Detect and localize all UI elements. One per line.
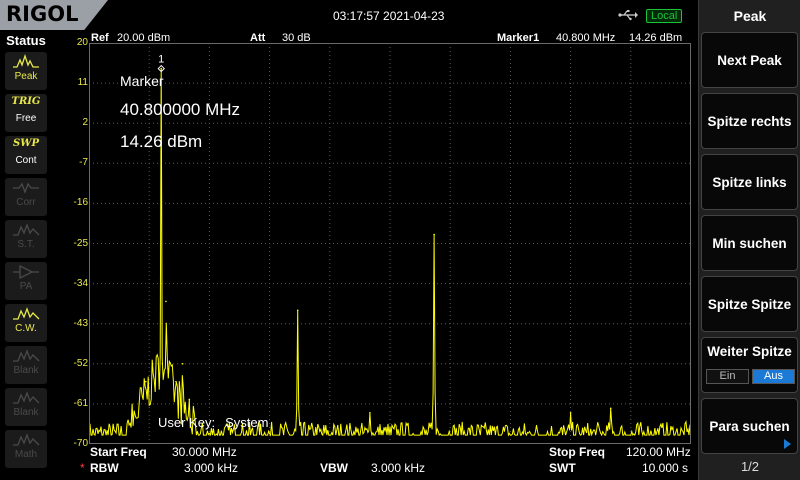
trig-icon: TRIG: [11, 96, 41, 107]
y-tick-label: -34: [73, 277, 88, 289]
peak-right-button[interactable]: Spitze rechts: [701, 93, 798, 149]
y-tick-label: 2: [82, 117, 88, 129]
y-tick-label: -43: [73, 317, 88, 329]
st-icon: [13, 223, 40, 236]
swt-value: 10.000 s: [642, 461, 689, 475]
start-freq-label: Start Freq: [90, 445, 147, 459]
status-pa-label: PA: [19, 281, 33, 292]
peak-icon: [13, 54, 39, 68]
sweep-icon: SWP: [13, 138, 39, 149]
status-sweep[interactable]: SWP Cont: [5, 136, 47, 174]
status-math[interactable]: Math: [5, 430, 47, 468]
status-pa[interactable]: PA: [5, 262, 47, 300]
y-tick-label: -16: [73, 197, 88, 209]
top-bar: RIGOL 03:17:57 2021-04-23 Local: [0, 0, 698, 30]
blank-icon: [13, 391, 40, 404]
math-icon: [13, 433, 40, 446]
status-corr[interactable]: Corr: [5, 178, 47, 216]
user-key-label: User Key:: [158, 415, 216, 430]
usb-icon: [618, 10, 638, 21]
search-params-label: Para suchen: [709, 418, 790, 434]
status-st[interactable]: S.T.: [5, 220, 47, 258]
cw-icon: [13, 307, 40, 320]
y-tick-label: -25: [73, 237, 88, 249]
y-tick-label: -7: [79, 157, 88, 169]
status-blank-label: Blank: [13, 365, 39, 376]
toggle-option-off[interactable]: Aus: [752, 369, 795, 384]
vbw-value: 3.000 kHz: [371, 461, 426, 475]
stop-freq-value: 120.00 MHz: [626, 445, 691, 459]
status-cw-label: C.W.: [15, 323, 37, 334]
rbw-label: RBW: [90, 461, 119, 475]
date-time: 03:17:57 2021-04-23: [333, 9, 445, 23]
status-peak[interactable]: Peak: [5, 52, 47, 90]
softkey-menu: Peak Next Peak Spitze rechts Spitze link…: [698, 0, 800, 480]
toggle-option-on[interactable]: Ein: [706, 369, 749, 384]
next-peak-button[interactable]: Next Peak: [701, 32, 798, 88]
peak-peak-button[interactable]: Spitze Spitze: [701, 276, 798, 332]
search-params-button[interactable]: Para suchen: [701, 398, 798, 454]
marker-readout-freq: 40.800000 MHz: [120, 100, 241, 119]
status-blank-label: Blank: [13, 407, 39, 418]
rbw-manual-indicator: *: [80, 461, 85, 475]
start-freq-value: 30.000 MHz: [172, 445, 237, 459]
pa-icon: [13, 264, 39, 280]
rbw-value: 3.000 kHz: [184, 461, 239, 475]
peak-left-button[interactable]: Spitze links: [701, 154, 798, 210]
status-cw[interactable]: C.W.: [5, 304, 47, 342]
user-key-info: User Key: System: [158, 415, 268, 430]
vbw-label: VBW: [320, 461, 348, 475]
user-key-value: System: [225, 415, 269, 430]
local-status-badge[interactable]: Local: [646, 9, 683, 23]
y-tick-label: 11: [77, 77, 88, 89]
status-blank-2[interactable]: Blank: [5, 388, 47, 426]
stop-freq-label: Stop Freq: [549, 445, 605, 459]
status-peak-label: Peak: [14, 71, 38, 82]
rigol-logo: RIGOL: [0, 0, 108, 30]
page-indicator: 1/2: [740, 459, 760, 474]
min-search-button[interactable]: Min suchen: [701, 215, 798, 271]
status-math-label: Math: [14, 449, 38, 460]
submenu-arrow-icon: [784, 439, 791, 449]
y-tick-label: 20: [76, 37, 88, 48]
menu-title: Peak: [733, 8, 767, 24]
status-title: Status: [6, 33, 46, 48]
status-st-label: S.T.: [17, 239, 35, 250]
y-tick-label: -61: [73, 397, 88, 409]
y-tick-label: -70: [73, 438, 88, 449]
continuous-peak-label: Weiter Spitze: [707, 344, 792, 359]
status-blank-1[interactable]: Blank: [5, 346, 47, 384]
continuous-peak-toggle[interactable]: Weiter Spitze Ein Aus: [701, 337, 798, 393]
marker-readout-title: Marker: [120, 73, 164, 89]
y-tick-label: -52: [73, 357, 88, 369]
status-corr-label: Corr: [16, 197, 36, 208]
status-trigger-label: Free: [15, 113, 37, 124]
status-trigger[interactable]: TRIG Free: [5, 94, 47, 132]
marker-readout-amp: 14.26 dBm: [120, 132, 203, 151]
status-panel: Status Peak TRIG Free SWP Cont Corr S.T.…: [0, 30, 52, 480]
corr-icon: [13, 182, 39, 194]
logo-text: RIGOL: [6, 2, 79, 26]
status-sweep-label: Cont: [15, 155, 37, 166]
blank-icon: [13, 349, 40, 362]
swt-label: SWT: [549, 461, 576, 475]
